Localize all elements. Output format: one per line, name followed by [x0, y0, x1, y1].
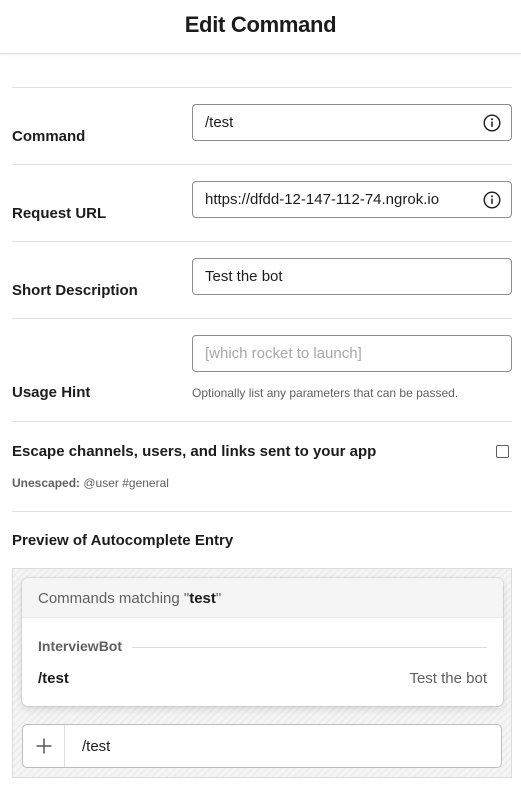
info-icon[interactable]: [483, 191, 501, 209]
request-url-value: https://dfdd-12-147-112-74.ngrok.io: [205, 191, 440, 208]
modal-header: Edit Command: [0, 0, 521, 54]
divider: [12, 318, 512, 319]
escape-note-label: Unescaped:: [12, 476, 81, 490]
plus-icon: [36, 738, 52, 754]
usage-hint-help: Optionally list any parameters that can …: [192, 386, 459, 400]
escape-label: Escape channels, users, and links sent t…: [12, 443, 377, 460]
usage-hint-placeholder: [which rocket to launch]: [205, 345, 362, 362]
autocomplete-header-text: Commands matching "test": [38, 590, 221, 607]
short-description-value: Test the bot: [205, 268, 283, 285]
divider: [12, 164, 512, 165]
short-description-label: Short Description: [12, 282, 138, 299]
plus-button[interactable]: [23, 725, 65, 767]
escape-note-value: @user #general: [80, 476, 169, 490]
group-divider: [132, 647, 487, 648]
divider: [12, 421, 512, 422]
command-input[interactable]: /test: [192, 104, 512, 141]
message-composer[interactable]: /test: [22, 724, 502, 768]
preview-title: Preview of Autocomplete Entry: [12, 532, 234, 549]
autocomplete-description: Test the bot: [409, 670, 487, 687]
group-name: InterviewBot: [38, 638, 131, 654]
usage-hint-label: Usage Hint: [12, 384, 91, 401]
matching-suffix: ": [215, 590, 222, 607]
autocomplete-popup: Commands matching "test" InterviewBot /t…: [22, 578, 503, 706]
divider: [12, 511, 512, 512]
request-url-input[interactable]: https://dfdd-12-147-112-74.ngrok.io: [192, 181, 512, 218]
matching-term: test: [189, 590, 216, 607]
matching-prefix: Commands matching ": [38, 590, 190, 607]
command-label: Command: [12, 128, 86, 145]
short-description-input[interactable]: Test the bot: [192, 258, 512, 295]
autocomplete-command[interactable]: /test: [38, 670, 69, 687]
composer-text: /test: [82, 738, 111, 755]
escape-note: Unescaped: @user #general: [12, 476, 169, 490]
usage-hint-input[interactable]: [which rocket to launch]: [192, 335, 512, 372]
divider: [12, 87, 512, 88]
escape-checkbox[interactable]: [496, 445, 509, 458]
command-value: /test: [205, 114, 234, 131]
request-url-label: Request URL: [12, 205, 107, 222]
divider: [12, 241, 512, 242]
autocomplete-header: Commands matching "test": [22, 578, 503, 618]
info-icon[interactable]: [483, 114, 501, 132]
page-title: Edit Command: [184, 12, 337, 37]
